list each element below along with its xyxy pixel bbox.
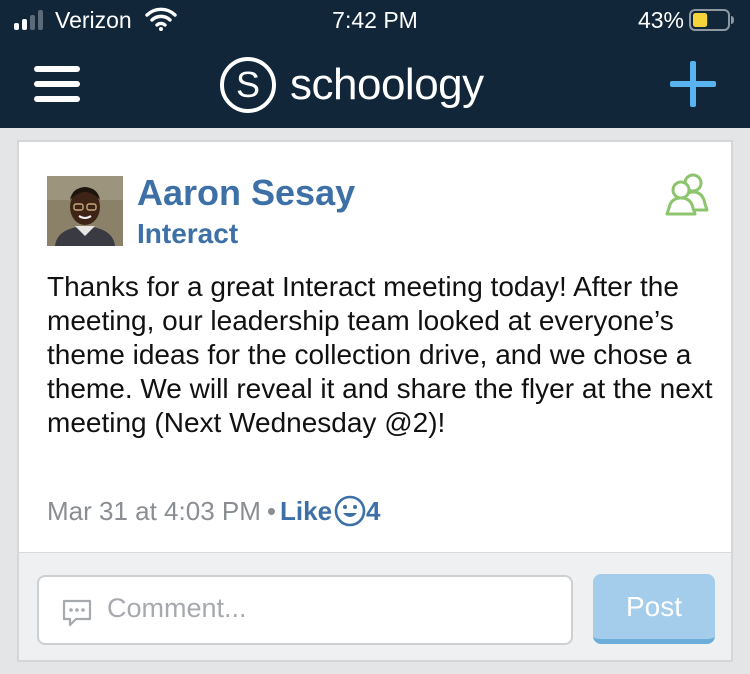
post-author[interactable]: Aaron Sesay: [137, 172, 355, 214]
meta-separator: •: [266, 496, 276, 526]
hamburger-menu-icon[interactable]: [34, 65, 80, 103]
speech-bubble-icon: [62, 599, 92, 627]
post-button[interactable]: Post: [593, 574, 715, 644]
logo-wordmark: schoology: [290, 60, 484, 109]
battery-icon: [689, 9, 734, 31]
group-members-icon: [665, 173, 709, 216]
status-bar: Verizon 7:42 PM 43%: [0, 0, 750, 40]
app-header: Verizon 7:42 PM 43% S schoology: [0, 0, 750, 128]
post-group[interactable]: Interact: [137, 218, 238, 250]
author-avatar[interactable]: [47, 176, 123, 246]
like-link[interactable]: Like: [280, 496, 332, 526]
comment-placeholder: Comment...: [107, 593, 247, 623]
logo-letter: S: [220, 57, 276, 113]
navigation-bar: S schoology: [0, 40, 750, 128]
like-count[interactable]: 4: [366, 496, 380, 526]
smiley-icon[interactable]: [334, 495, 366, 527]
plus-icon[interactable]: [670, 61, 716, 107]
schoology-logo: S schoology: [220, 57, 540, 113]
comment-input[interactable]: Comment...: [37, 575, 573, 645]
post-card: Aaron Sesay Interact Thanks for a great …: [17, 140, 733, 662]
comment-bar: Comment... Post: [19, 552, 731, 660]
post-body: Thanks for a great Interact meeting toda…: [47, 271, 713, 438]
post-date: Mar 31 at 4:03 PM: [47, 496, 261, 526]
battery-percentage: 43%: [637, 7, 684, 33]
post-meta: Mar 31 at 4:03 PM • Like 4: [47, 494, 381, 528]
